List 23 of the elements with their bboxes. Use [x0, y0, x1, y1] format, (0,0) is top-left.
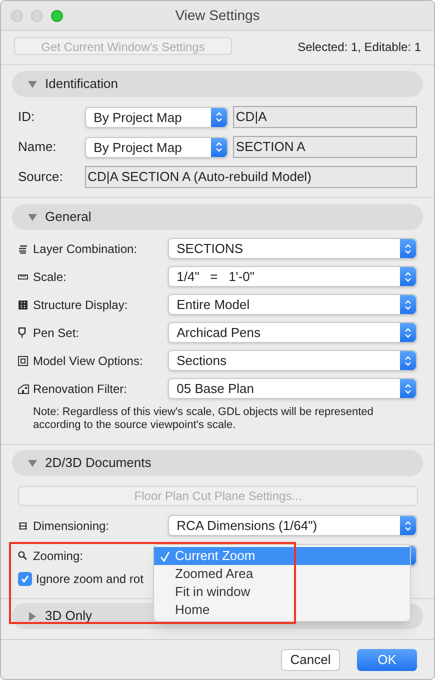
- selection-info: Selected: 1, Editable: 1: [298, 39, 421, 56]
- menu-item-label: Zoomed Area: [175, 565, 254, 584]
- checkbox-label: Ignore zoom and rot: [36, 571, 144, 588]
- menu-item-label: Home: [175, 601, 210, 620]
- field-label: Zooming:: [32, 548, 84, 564]
- field-label: Renovation Filter:: [32, 380, 128, 398]
- section-title: 2D/3D Documents: [45, 454, 152, 472]
- field-label: Name:: [18, 138, 58, 156]
- window-title: View Settings: [175, 6, 260, 25]
- menu-item-label: Fit in window: [175, 583, 250, 602]
- field-label: Layer Combination:: [32, 240, 138, 258]
- field-label: Source:: [18, 168, 64, 186]
- field-label: Structure Display:: [32, 296, 129, 314]
- section-title: General: [45, 208, 92, 226]
- field-label: Model View Options:: [32, 352, 144, 370]
- menu-item-label: Current Zoom: [175, 547, 256, 566]
- section-title: 3D Only: [45, 607, 92, 626]
- field-label: Scale:: [32, 268, 68, 286]
- field-label: Pen Set:: [32, 324, 80, 342]
- field-label: ID:: [18, 108, 36, 126]
- section-title: Identification: [45, 75, 118, 94]
- note-text: Note: Regardless of this view's scale, GDL objects will be represented according to the source viewpoint's scale.: [32, 406, 374, 432]
- field-label: Dimensioning:: [32, 518, 110, 534]
